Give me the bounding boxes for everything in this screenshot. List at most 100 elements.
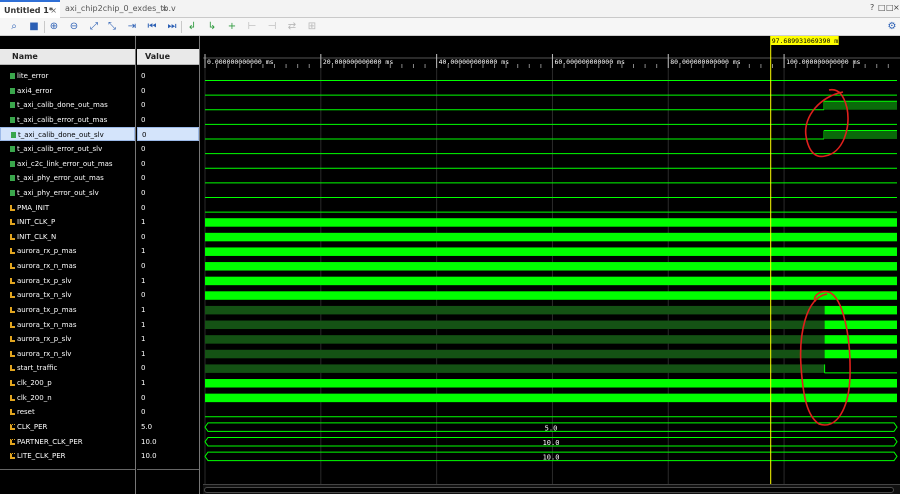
clock-waveform xyxy=(205,276,897,286)
close-window-icon[interactable]: × xyxy=(893,3,900,12)
clock-waveform xyxy=(205,218,897,227)
signal-value: 1 xyxy=(141,218,146,227)
signal-row-aurora-rx-n-mas[interactable]: aurora_rx_n_mas xyxy=(0,259,135,273)
value-column-header[interactable]: Value xyxy=(137,49,199,65)
signal-value: 10.0 xyxy=(141,452,157,461)
signal-row-aurora-tx-p-mas[interactable]: aurora_tx_p_mas xyxy=(0,303,135,317)
clock-waveform xyxy=(205,232,897,242)
bus-signal-icon xyxy=(10,175,15,182)
next-marker-icon[interactable]: ⊣ xyxy=(265,20,279,34)
signal-row-axi-c2c-link-error-out-mas[interactable]: axi_c2c_link_error_out_mas xyxy=(0,157,135,171)
time-tick-label: 60.000000000000 ms xyxy=(554,58,625,66)
signal-row-t-axi-calib-error-out-slv[interactable]: t_axi_calib_error_out_slv xyxy=(0,142,135,156)
signal-name: aurora_rx_n_slv xyxy=(17,349,72,358)
wire-signal-icon xyxy=(10,394,15,401)
signal-row-t-axi-calib-done-out-mas[interactable]: t_axi_calib_done_out_mas xyxy=(0,98,135,112)
wire-signal-icon xyxy=(10,263,15,270)
signal-row-aurora-tx-n-mas[interactable]: aurora_tx_n_mas xyxy=(0,318,135,332)
signal-row-axi4-error[interactable]: axi4_error xyxy=(0,84,135,98)
restore-icon[interactable]: □ xyxy=(878,3,886,12)
go-to-cursor-icon[interactable]: ⇥ xyxy=(125,20,139,34)
tab-testbench[interactable]: axi_chip2chip_0_exdes_tb.v × xyxy=(61,0,176,18)
toolbar-separator xyxy=(44,21,45,33)
waveform-high-fill xyxy=(824,130,897,139)
signal-row-clk-per[interactable]: CLK_PER xyxy=(0,420,135,434)
signal-row-pma-init[interactable]: PMA_INIT xyxy=(0,201,135,215)
waveform-plot[interactable]: 0.000000000000 ms 20.000000000000 ms 40.00… xyxy=(203,36,900,484)
signal-name: aurora_rx_n_mas xyxy=(17,262,77,271)
wire-signal-icon xyxy=(10,380,15,387)
signal-row-t-axi-calib-done-out-slv[interactable]: t_axi_calib_done_out_slv xyxy=(0,127,135,142)
add-marker-icon[interactable]: + xyxy=(225,20,239,34)
next-transition-icon[interactable]: ↳ xyxy=(205,20,219,34)
gear-icon[interactable]: ⚙ xyxy=(885,20,899,34)
waveform-canvas[interactable]: 0.000000000000 ms 20.000000000000 ms 40.00… xyxy=(203,36,900,494)
signal-name: axi_c2c_link_error_out_mas xyxy=(17,159,113,168)
signal-row-lite-clk-per[interactable]: LITE_CLK_PER xyxy=(0,449,135,463)
signal-row-t-axi-calib-error-out-mas[interactable]: t_axi_calib_error_out_mas xyxy=(0,113,135,127)
signal-row-aurora-tx-p-slv[interactable]: aurora_tx_p_slv xyxy=(0,274,135,288)
signal-name: t_axi_calib_done_out_mas xyxy=(17,101,108,110)
signal-row-aurora-tx-n-slv[interactable]: aurora_tx_n_slv xyxy=(0,288,135,302)
signal-row-clk-200-p[interactable]: clk_200_p xyxy=(0,376,135,390)
signal-value: 0 xyxy=(137,127,199,142)
go-to-start-icon[interactable]: ⏮ xyxy=(145,20,159,34)
real-signal-icon xyxy=(10,453,15,460)
signal-value: 0 xyxy=(141,393,146,402)
signal-row-lite-error[interactable]: lite_error xyxy=(0,69,135,83)
time-tick-label: 80.000000000000 ms xyxy=(670,58,741,66)
waveform-unknown-region xyxy=(205,364,825,373)
zoom-fit-icon[interactable]: ⤢ xyxy=(87,20,101,34)
signal-row-init-clk-n[interactable]: INIT_CLK_N xyxy=(0,230,135,244)
wire-signal-icon xyxy=(10,277,15,284)
signal-value: 0 xyxy=(141,188,146,197)
signal-name: lite_error xyxy=(17,72,49,80)
signal-row-aurora-rx-p-slv[interactable]: aurora_rx_p_slv xyxy=(0,332,135,346)
zoom-in-icon[interactable]: ⊕ xyxy=(47,20,61,34)
signal-row-t-axi-phy-error-out-mas[interactable]: t_axi_phy_error_out_mas xyxy=(0,171,135,185)
name-column-header[interactable]: Name xyxy=(0,49,135,65)
real-signal-icon xyxy=(10,438,15,445)
wire-signal-icon xyxy=(10,204,15,211)
cursor-time-label: 97.689931069390 ms xyxy=(772,37,843,45)
signal-value: 1 xyxy=(141,305,146,314)
go-to-end-icon[interactable]: ⏭ xyxy=(165,20,179,34)
signal-row-start-traffic[interactable]: start_traffic xyxy=(0,361,135,375)
waveform-viewer-window: Untitled 1* × axi_chip2chip_0_exdes_tb.v… xyxy=(0,0,900,494)
signal-name: aurora_tx_p_mas xyxy=(17,305,77,314)
clock-waveform xyxy=(824,305,897,315)
signal-row-clk-200-n[interactable]: clk_200_n xyxy=(0,391,135,405)
signal-value: 1 xyxy=(141,276,146,285)
signal-value: 0 xyxy=(141,159,146,168)
close-icon[interactable]: × xyxy=(161,0,168,18)
tab-untitled[interactable]: Untitled 1* × xyxy=(0,0,60,18)
toolbar-separator xyxy=(181,21,182,33)
search-icon[interactable]: ⌕ xyxy=(7,20,21,34)
panel-divider xyxy=(137,469,199,470)
previous-transition-icon[interactable]: ↲ xyxy=(185,20,199,34)
signal-name: t_axi_phy_error_out_slv xyxy=(17,188,99,197)
signal-value: 10.0 xyxy=(141,437,157,446)
scrollbar-thumb[interactable] xyxy=(204,487,894,493)
previous-marker-icon[interactable]: ⊢ xyxy=(245,20,259,34)
swap-cursors-icon[interactable]: ⇄ xyxy=(285,20,299,34)
horizontal-scrollbar[interactable] xyxy=(203,484,900,494)
signal-row-init-clk-p[interactable]: INIT_CLK_P xyxy=(0,215,135,229)
tab-testbench-label: axi_chip2chip_0_exdes_tb.v xyxy=(65,4,176,13)
tab-untitled-label: Untitled 1* xyxy=(4,6,54,15)
save-icon[interactable]: ■ xyxy=(27,20,41,34)
signal-row-aurora-rx-p-mas[interactable]: aurora_rx_p_mas xyxy=(0,244,135,258)
zoom-out-icon[interactable]: ⊖ xyxy=(67,20,81,34)
signal-row-aurora-rx-n-slv[interactable]: aurora_rx_n_slv xyxy=(0,347,135,361)
wire-signal-icon xyxy=(10,321,15,328)
signal-name: axi4_error xyxy=(17,86,53,95)
signal-row-t-axi-phy-error-out-slv[interactable]: t_axi_phy_error_out_slv xyxy=(0,186,135,200)
signal-name: aurora_tx_n_mas xyxy=(17,320,77,329)
signal-row-partner-clk-per[interactable]: PARTNER_CLK_PER xyxy=(0,435,135,449)
signal-row-reset[interactable]: reset xyxy=(0,405,135,419)
help-icon[interactable]: ? xyxy=(870,3,874,12)
snap-icon[interactable]: ⊞ xyxy=(305,20,319,34)
signal-name: PMA_INIT xyxy=(17,203,50,212)
zoom-cursor-icon[interactable]: ⤡ xyxy=(105,20,119,34)
time-tick-label: 100.000000000000 ms xyxy=(786,58,860,66)
